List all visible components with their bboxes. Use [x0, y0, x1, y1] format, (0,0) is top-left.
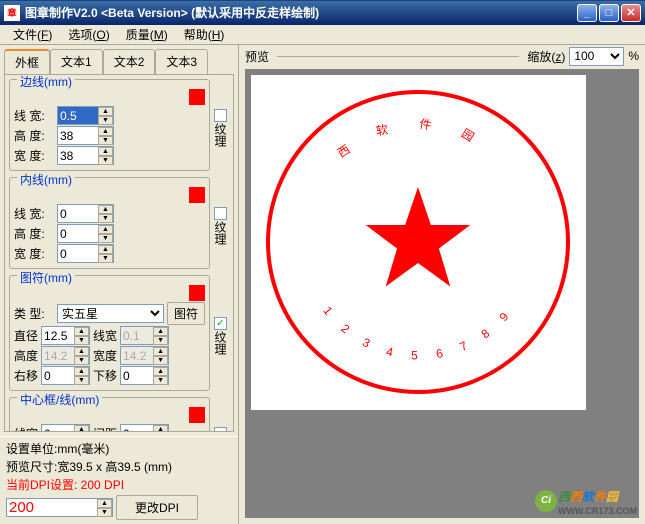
menu-help[interactable]: 帮助(H) [176, 24, 233, 45]
change-dpi-button[interactable]: 更改DPI [116, 495, 198, 520]
group-symbol-title: 图符(mm) [17, 269, 75, 286]
dpi-label: 当前DPI设置: 200 DPI [6, 476, 232, 494]
maximize-button[interactable]: □ [599, 4, 619, 22]
menubar: 文件(F) 选项(O) 质量(M) 帮助(H) [0, 25, 645, 45]
size-label: 预览尺寸:宽39.5 x 高39.5 (mm) [6, 458, 232, 476]
symbol-height-input[interactable]: ▲▼ [41, 346, 90, 365]
titlebar: 章 图章制作V2.0 <Beta Version> (默认采用中反走样绘制) _… [0, 0, 645, 25]
star-icon [366, 187, 471, 287]
preview-area[interactable]: 西软件园 1 2 3 4 5 6 7 8 9 [245, 69, 639, 518]
group-center-title: 中心框/线(mm) [17, 391, 102, 408]
group-border-title: 边线(mm) [17, 74, 75, 90]
watermark-url: WWW.CR173.COM [558, 506, 637, 516]
zoom-suffix: % [628, 49, 639, 63]
border-texture-check[interactable] [214, 109, 227, 122]
svg-text:1 2 3 4 5 6 7 8 9: 1 2 3 4 5 6 7 8 9 [320, 304, 516, 363]
border-height-label: 高 度: [14, 127, 54, 144]
symbol-width-input[interactable]: ▲▼ [120, 346, 169, 365]
tab-outer[interactable]: 外框 [4, 49, 50, 74]
symbol-lw2-input[interactable]: ▲▼ [120, 326, 169, 345]
tab-text1[interactable]: 文本1 [50, 49, 103, 74]
footer: 设置单位:mm(毫米) 预览尺寸:宽39.5 x 高39.5 (mm) 当前DP… [0, 436, 238, 524]
border-width-label: 宽 度: [14, 147, 54, 164]
border-linewidth-label: 线 宽: [14, 107, 54, 124]
watermark-logo-icon: Ci [535, 490, 557, 512]
symbol-xoff-input[interactable]: ▲▼ [41, 366, 90, 385]
border-height-input[interactable]: ▲▼ [57, 126, 114, 145]
group-inner-title: 内线(mm) [17, 171, 75, 188]
right-panel: 预览 缩放(z) 100 % 西软件园 1 2 3 4 5 6 7 8 9 [239, 45, 645, 524]
watermark-brand: 西西软件园 [558, 485, 637, 506]
border-linewidth-input[interactable]: ▲▼ [57, 106, 114, 125]
menu-file[interactable]: 文件(F) [5, 24, 60, 45]
svg-text:西软件园: 西软件园 [335, 117, 502, 161]
stamp-canvas: 西软件园 1 2 3 4 5 6 7 8 9 [251, 75, 586, 410]
border-width-input[interactable]: ▲▼ [57, 146, 114, 165]
minimize-button[interactable]: _ [577, 4, 597, 22]
close-button[interactable]: ✕ [621, 4, 641, 22]
inner-texture-check[interactable] [214, 207, 227, 220]
tab-content: 边线(mm) 线 宽: ▲▼ 高 度: ▲▼ 宽 度: ▲▼ 纹理 内线(mm) [4, 74, 234, 432]
symbol-type-button[interactable]: 图符 [167, 302, 205, 325]
symbol-type-select[interactable]: 实五星 [57, 304, 164, 323]
symbol-color[interactable] [189, 285, 205, 301]
symbol-texture-check[interactable]: ✓ [214, 317, 227, 330]
window-title: 图章制作V2.0 <Beta Version> (默认采用中反走样绘制) [25, 4, 577, 21]
inner-color[interactable] [189, 187, 205, 203]
zoom-label: 缩放(z) [527, 48, 565, 65]
zoom-select[interactable]: 100 [569, 47, 624, 66]
center-color[interactable] [189, 407, 205, 423]
watermark: Ci 西西软件园 WWW.CR173.COM [535, 485, 637, 516]
preview-title: 预览 [245, 48, 269, 65]
inner-height-input[interactable]: ▲▼ [57, 224, 114, 243]
dpi-input[interactable]: ▲▼ [6, 498, 113, 517]
stamp-svg: 西软件园 1 2 3 4 5 6 7 8 9 [251, 75, 586, 410]
tabs: 外框 文本1 文本2 文本3 [0, 45, 238, 74]
symbol-yoff-input[interactable]: ▲▼ [120, 366, 169, 385]
tab-text2[interactable]: 文本2 [103, 49, 156, 74]
tab-text3[interactable]: 文本3 [155, 49, 208, 74]
center-gap-input[interactable]: ▲▼ [120, 424, 169, 432]
inner-linewidth-input[interactable]: ▲▼ [57, 204, 114, 223]
left-panel: 外框 文本1 文本2 文本3 边线(mm) 线 宽: ▲▼ 高 度: ▲▼ 宽 … [0, 45, 239, 524]
center-lw-input[interactable]: ▲▼ [41, 424, 90, 432]
border-color[interactable] [189, 89, 205, 105]
menu-options[interactable]: 选项(O) [60, 24, 117, 45]
menu-quality[interactable]: 质量(M) [118, 24, 176, 45]
border-texture-label: 纹理 [212, 123, 229, 147]
inner-width-input[interactable]: ▲▼ [57, 244, 114, 263]
app-icon: 章 [4, 5, 20, 21]
unit-label: 设置单位:mm(毫米) [6, 440, 232, 458]
center-texture-check[interactable] [214, 427, 227, 432]
symbol-diameter-input[interactable]: ▲▼ [41, 326, 90, 345]
